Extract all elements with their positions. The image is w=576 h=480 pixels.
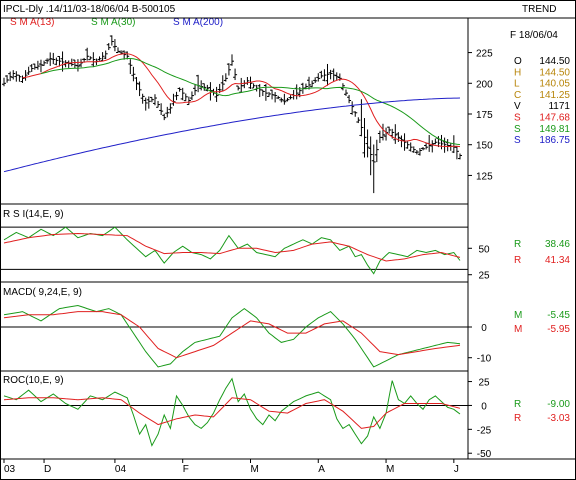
macd-readout-value: -5.45 — [547, 310, 570, 321]
sma13-legend: S M A(13) — [10, 17, 54, 28]
macd-readout-key: M — [514, 310, 522, 321]
quote-key: V — [514, 101, 521, 112]
rsi-title: R S I(14,E, 9) — [3, 209, 64, 220]
chart-background — [0, 0, 576, 480]
price-tick-label: 200 — [476, 79, 493, 90]
quote-value: 186.75 — [539, 135, 570, 146]
roc-tick-label: -50 — [477, 449, 492, 460]
rsi-readout-key: R — [514, 239, 521, 250]
quote-value: 1171 — [548, 101, 570, 112]
quote-key: S — [514, 113, 521, 124]
quote-value: 144.50 — [539, 67, 570, 78]
stock-chart: IPCL-Dly .14/11/03-18/06/04 B-500105 TRE… — [0, 0, 576, 480]
x-tick-label: 03 — [4, 464, 16, 475]
quote-key: C — [514, 90, 521, 101]
x-tick-label: J — [454, 464, 459, 475]
chart-mode-label: TREND — [522, 4, 556, 15]
roc-tick-label: -25 — [477, 425, 492, 436]
quote-key: S — [514, 135, 521, 146]
quote-value: 144.50 — [539, 56, 570, 67]
chart-title: IPCL-Dly .14/11/03-18/06/04 B-500105 — [3, 4, 176, 15]
roc-readout-key: R — [514, 413, 521, 424]
price-tick-label: 175 — [476, 110, 493, 121]
price-tick-label: 150 — [476, 141, 493, 152]
x-tick-label: A — [318, 464, 325, 475]
macd-tick-label: 0 — [481, 323, 487, 334]
roc-tick-label: 25 — [478, 378, 490, 389]
roc-readout-key: R — [514, 399, 521, 410]
roc-readout-value: -3.03 — [547, 413, 570, 424]
last-date-label: F 18/06/04 — [510, 30, 558, 41]
macd-title: MACD( 9,24,E, 9) — [3, 287, 82, 298]
rsi-readout-key: R — [514, 255, 521, 266]
sma30-legend: S M A(30) — [91, 17, 135, 28]
rsi-readout-value: 38.46 — [545, 239, 570, 250]
quote-key: L — [514, 79, 520, 90]
rsi-tick-label: 50 — [478, 244, 490, 255]
price-tick-label: 225 — [476, 49, 493, 60]
x-tick-label: F — [183, 464, 189, 475]
quote-value: 140.05 — [539, 79, 570, 90]
macd-tick-label: -10 — [477, 354, 492, 365]
x-tick-label: M — [386, 464, 394, 475]
rsi-readout-value: 41.34 — [545, 255, 570, 266]
roc-readout-value: -9.00 — [547, 399, 570, 410]
quote-value: 147.68 — [539, 113, 570, 124]
quote-key: S — [514, 124, 521, 135]
sma200-legend: S M A(200) — [173, 17, 223, 28]
quote-value: 149.81 — [539, 124, 570, 135]
macd-readout-value: -5.95 — [547, 324, 570, 335]
quote-value: 141.25 — [539, 90, 570, 101]
roc-title: ROC(10,E, 9) — [3, 375, 64, 386]
quote-key: O — [514, 56, 522, 67]
rsi-tick-label: 25 — [478, 271, 490, 282]
macd-readout-key: M — [514, 324, 522, 335]
quote-key: H — [514, 67, 521, 78]
x-tick-label: D — [44, 464, 51, 475]
roc-tick-label: 0 — [481, 401, 487, 412]
x-tick-label: M — [250, 464, 258, 475]
x-tick-label: 04 — [115, 464, 127, 475]
price-tick-label: 125 — [476, 171, 493, 182]
